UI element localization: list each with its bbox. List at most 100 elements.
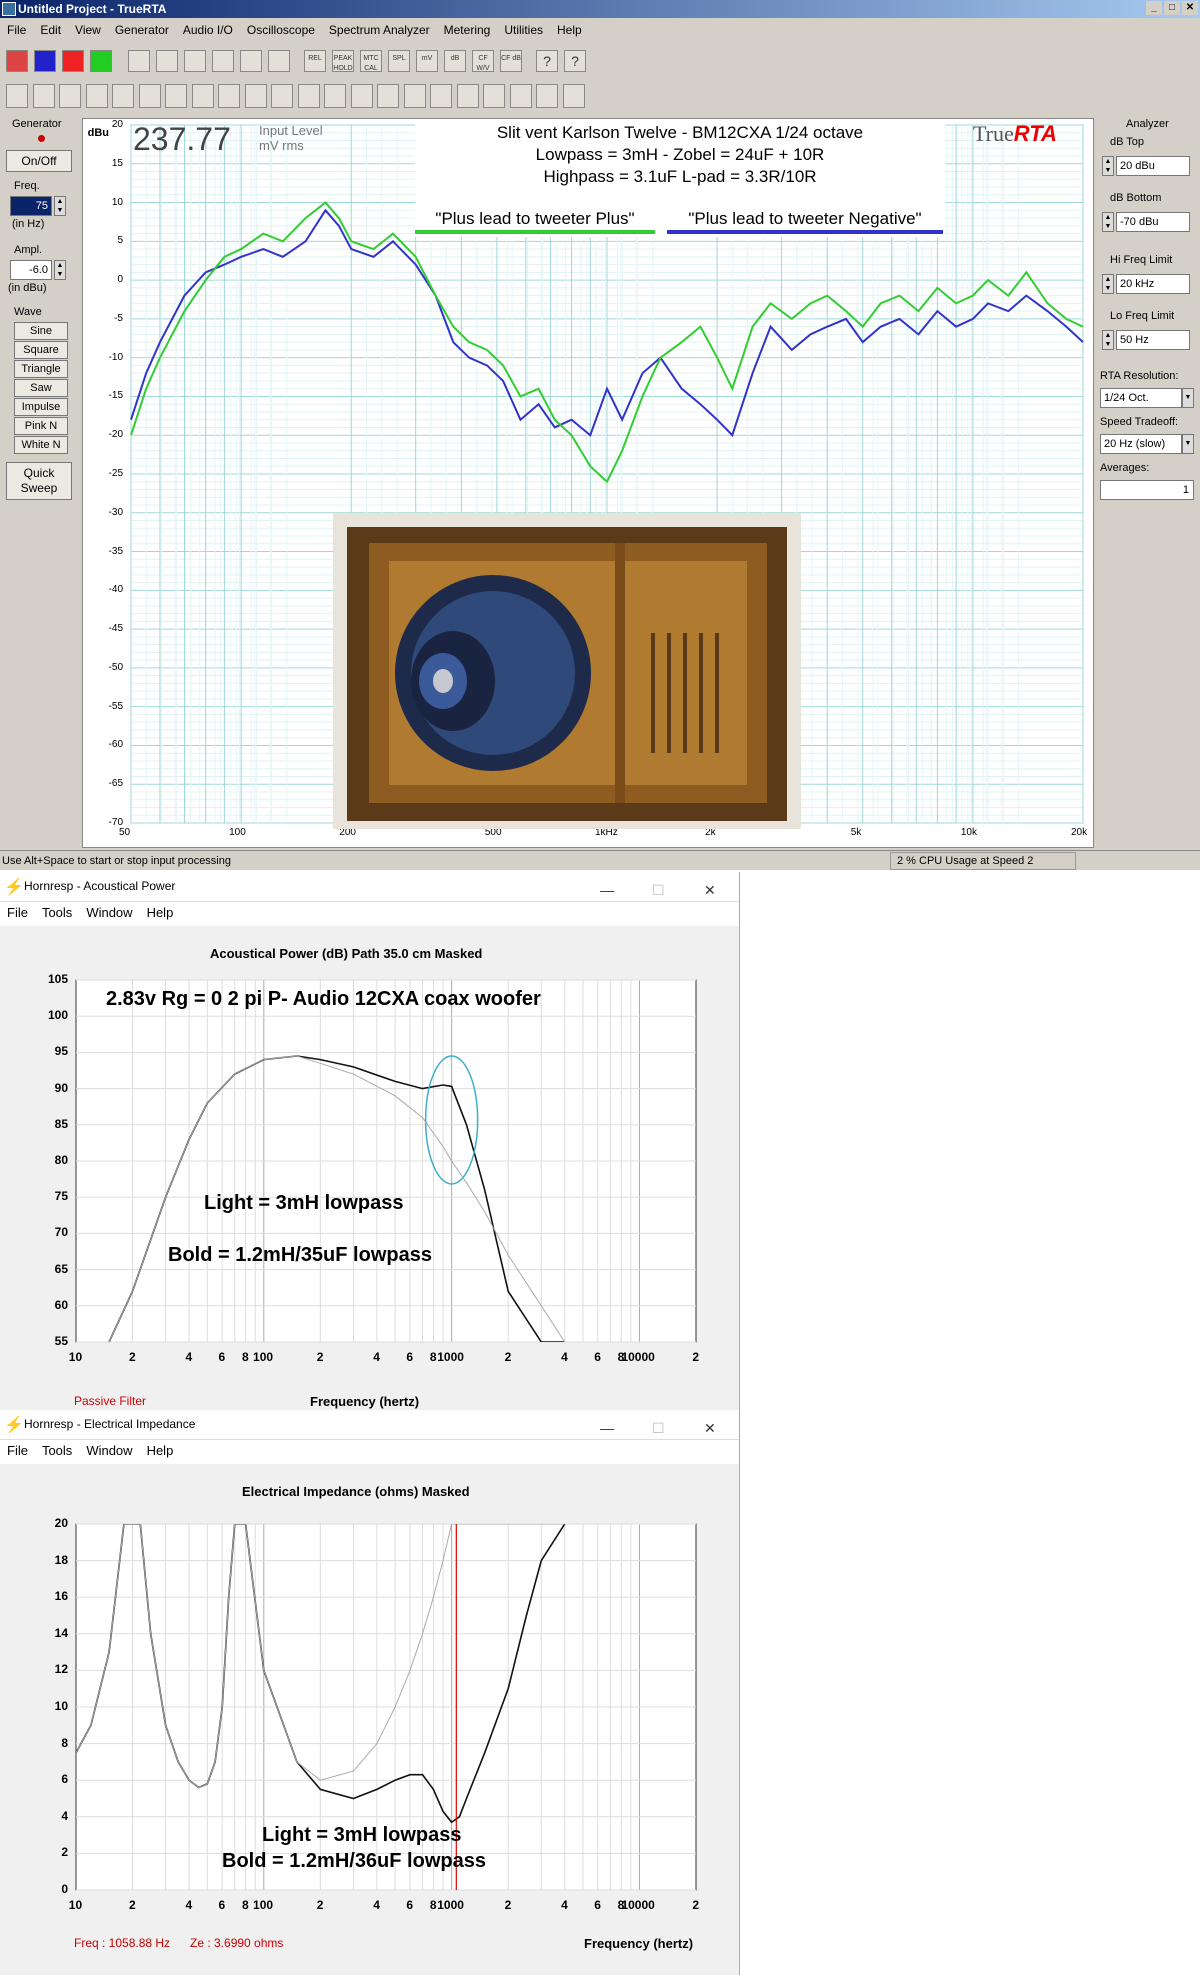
memory-slot-button[interactable] [32,84,55,108]
toolbar-button-mv[interactable]: mV [416,50,438,72]
db-bottom-spinner[interactable]: ▲ ▼ [1102,212,1114,232]
memory-slot-button[interactable] [324,84,346,108]
memory-slot-button[interactable] [562,84,585,108]
bold-label: Bold = 1.2mH/35uF lowpass [168,1244,432,1266]
averages-label: Averages: [1100,462,1150,474]
db-bottom-input[interactable]: -70 dBu [1116,212,1190,232]
input-channel-button[interactable] [156,50,178,72]
memory-slot-button[interactable] [509,84,532,108]
status-text: Use Alt+Space to start or stop input pro… [2,855,231,867]
toolbar-button-rel[interactable]: REL [304,50,326,72]
memory-slot-button[interactable] [6,84,28,108]
truerta-menu-metering[interactable]: Metering [437,20,498,40]
context-help-icon[interactable]: ? [564,50,586,72]
ampl-spinner[interactable]: ▲ ▼ [54,260,66,280]
truerta-menu-audio-i-o[interactable]: Audio I/O [176,20,240,40]
go-icon[interactable] [90,50,112,72]
quick-sweep-button[interactable]: Quick Sweep [6,462,72,500]
toolbar-button-peak-hold[interactable]: PEAK HOLD [332,50,354,72]
stop-icon[interactable] [62,50,84,72]
hi-freq-spinner[interactable]: ▲ ▼ [1102,274,1114,294]
memory-slot-button[interactable] [85,84,108,108]
input-channel-button[interactable] [240,50,262,72]
generator-led-icon [38,135,45,142]
minimize-button[interactable]: _ [1146,1,1162,15]
truerta-menu-edit[interactable]: Edit [33,20,68,40]
wave-sine-button[interactable]: Sine [14,322,68,340]
rta-resolution-dropdown-icon[interactable]: ▼ [1182,388,1194,408]
wave-impulse-button[interactable]: Impulse [14,398,68,416]
memory-slot-button[interactable] [536,84,558,108]
lo-freq-spinner[interactable]: ▲ ▼ [1102,330,1114,350]
freq-spinner[interactable]: ▲ ▼ [54,196,66,216]
toolbar-button-cf-db[interactable]: CF dB [500,50,522,72]
memory-slot-button[interactable] [191,84,214,108]
truerta-toolbar: REL PEAK HOLD MTC CAL SPL mV dB CF W/V CF dB?? [0,44,1200,124]
toolbar-button-mtc-cal[interactable]: MTC CAL [360,50,382,72]
db-top-input[interactable]: 20 dBu [1116,156,1190,176]
memory-slot-button[interactable] [297,84,320,108]
speed-tradeoff-dropdown-icon[interactable]: ▼ [1182,434,1194,454]
input-channel-button[interactable] [212,50,234,72]
db-bottom-label: dB Bottom [1110,192,1162,204]
light-label: Light = 3mH lowpass [204,1192,404,1214]
memory-slot-button[interactable] [483,84,505,108]
memory-slot-button[interactable] [456,84,479,108]
input-channel-button[interactable] [184,50,206,72]
memory-slot-button[interactable] [112,84,134,108]
averages-input[interactable]: 1 [1100,480,1194,500]
wave-saw-button[interactable]: Saw [14,379,68,397]
annotation-box: Slit vent Karlson Twelve - BM12CXA 1/24 … [415,121,945,237]
logo-rta: RTA [1013,121,1057,146]
input-channel-button[interactable] [128,50,150,72]
speed-tradeoff-select[interactable]: 20 Hz (slow) [1100,434,1182,454]
toolbar-button-cf-w-v[interactable]: CF W/V [472,50,494,72]
help-icon[interactable]: ? [536,50,558,72]
memory-slot-button[interactable] [403,84,426,108]
truerta-menu-spectrum-analyzer[interactable]: Spectrum Analyzer [322,20,437,40]
truerta-window: Untitled Project - TrueRTA _ □ ✕ File Edi… [0,0,1200,870]
ampl-input[interactable]: -6.0 [10,260,52,280]
hornresp-impedance-window: ⚡ Hornresp - Electrical Impedance — ☐ ✕ … [0,1410,740,1975]
truerta-menu-oscilloscope[interactable]: Oscilloscope [240,20,322,40]
waveform-icon[interactable] [6,50,28,72]
wave-square-button[interactable]: Square [14,341,68,359]
wave-pink-n-button[interactable]: Pink N [14,417,68,435]
bold-label: Bold = 1.2mH/36uF lowpass [222,1850,486,1872]
generator-label: Generator [12,118,62,130]
toolbar-button-spl[interactable]: SPL [388,50,410,72]
onoff-button[interactable]: On/Off [6,150,72,172]
passive-filter-label: Passive Filter [74,1394,147,1408]
close-button[interactable]: ✕ [1182,1,1198,15]
memory-slot-button[interactable] [377,84,399,108]
truerta-menu-view[interactable]: View [68,20,108,40]
logo-true: True [973,121,1014,146]
truerta-menu-help[interactable]: Help [550,20,589,40]
memory-slot-button[interactable] [244,84,267,108]
freq-label: Freq. [14,180,40,192]
rta-plot-area: dBu 20 15 10 5 0 -5 -10 -15 -20 -25 -30 -35 -40 -45 -5… [82,118,1094,848]
freq-input[interactable]: 75 [10,196,52,216]
memory-slot-button[interactable] [271,84,293,108]
toolbar-button-db[interactable]: dB [444,50,466,72]
rta-resolution-select[interactable]: 1/24 Oct. [1100,388,1182,408]
lo-freq-input[interactable]: 50 Hz [1116,330,1190,350]
spectrum-icon[interactable] [34,50,56,72]
truerta-menu-utilities[interactable]: Utilities [497,20,550,40]
memory-slot-button[interactable] [59,84,81,108]
maximize-button[interactable]: □ [1164,1,1180,15]
wave-triangle-button[interactable]: Triangle [14,360,68,378]
memory-slot-button[interactable] [218,84,240,108]
input-channel-button[interactable] [268,50,290,72]
input-level-readout: 237.77 [133,121,231,157]
truerta-titlebar: Untitled Project - TrueRTA _ □ ✕ [0,0,1200,18]
db-top-spinner[interactable]: ▲ ▼ [1102,156,1114,176]
memory-slot-button[interactable] [165,84,187,108]
memory-slot-button[interactable] [138,84,161,108]
hi-freq-input[interactable]: 20 kHz [1116,274,1190,294]
truerta-menu-file[interactable]: File [0,20,33,40]
memory-slot-button[interactable] [350,84,373,108]
wave-white-n-button[interactable]: White N [14,436,68,454]
truerta-menu-generator[interactable]: Generator [108,20,176,40]
memory-slot-button[interactable] [430,84,452,108]
